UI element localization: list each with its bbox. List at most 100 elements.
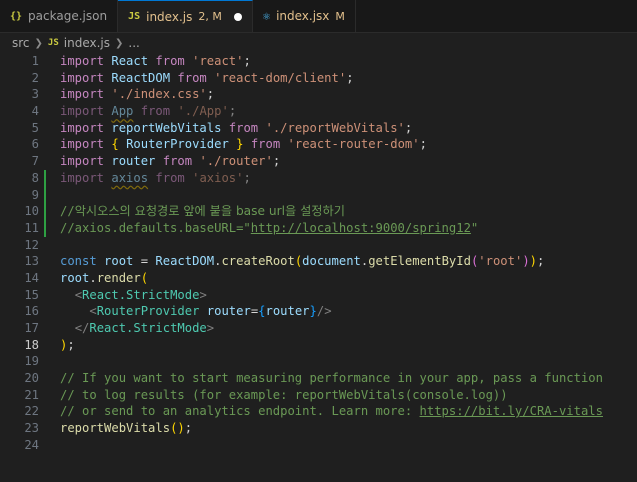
code-token: RouterProvider [96, 304, 200, 319]
code-line[interactable]: 8 import axios from 'axios'; [0, 169, 637, 187]
line-number: 12 [24, 237, 39, 252]
code-token: from [228, 120, 259, 135]
breadcrumb-folder[interactable]: src [12, 36, 30, 50]
code-line[interactable]: 2 import ReactDOM from 'react-dom/client'… [0, 70, 637, 87]
code-line[interactable]: 5 import reportWebVitals from './reportWe… [0, 120, 637, 137]
tab-index-js[interactable]: JS index.js 2, M [118, 0, 253, 32]
code-token: reportWebVitals [60, 421, 171, 436]
code-line[interactable]: 7 import router from './router'; [0, 153, 637, 170]
json-file-icon: {} [10, 10, 23, 22]
git-added-gutter-mark[interactable] [44, 186, 46, 204]
code-line[interactable]: 15 <React.StrictMode> [0, 287, 637, 304]
code-line[interactable]: 10 //악시오스의 요청경로 앞에 붙을 base url을 설정하기 [0, 203, 637, 220]
code-token: // [60, 204, 75, 219]
line-code: import React from 'react'; [60, 53, 251, 70]
breadcrumb-symbols[interactable]: ... [128, 36, 139, 50]
code-token: axios [111, 170, 149, 185]
code-token: reportWebVitals [111, 120, 222, 135]
code-line[interactable]: 23 reportWebVitals(); [0, 420, 637, 437]
code-token: ) [529, 254, 538, 269]
line-number: 17 [24, 321, 39, 335]
line-code: import App from './App'; [60, 103, 236, 120]
code-token: ; [537, 254, 545, 269]
code-token: } [309, 304, 317, 319]
git-added-gutter-mark[interactable] [44, 169, 46, 187]
code-token: /> [316, 304, 332, 319]
code-line[interactable]: 18); [0, 337, 637, 354]
line-code: import ReactDOM from 'react-dom/client'; [60, 70, 354, 87]
code-token: from [250, 137, 281, 152]
line-code: import reportWebVitals from './reportWeb… [60, 120, 412, 137]
code-token: </ [74, 321, 90, 335]
code-line[interactable]: 6 import { RouterProvider } from 'react-r… [0, 136, 637, 153]
breadcrumb-file[interactable]: index.js [64, 36, 110, 50]
code-token: < [74, 287, 83, 302]
code-token[interactable]: https://bit.ly/CRA-vitals [420, 404, 603, 418]
code-line[interactable]: 17 </React.StrictMode> [0, 320, 637, 337]
code-token: const [60, 254, 97, 269]
code-token: ; [272, 154, 281, 169]
code-token: 'root' [478, 254, 523, 269]
line-number: 23 [24, 421, 39, 436]
code-line[interactable]: 12 [0, 237, 637, 254]
tab-index-jsx[interactable]: ⚛ index.jsx M [252, 0, 356, 32]
code-line[interactable]: 4 import App from './App'; [0, 103, 637, 120]
code-line[interactable]: 3 import './index.css'; [0, 86, 637, 103]
code-token: { [111, 137, 119, 152]
code-line[interactable]: 13 const root = ReactDOM.createRoot(docum… [0, 253, 637, 270]
code-token: React.StrictMode [82, 287, 200, 302]
code-token: . [89, 270, 97, 285]
line-number: 8 [31, 170, 39, 185]
git-added-gutter-mark[interactable] [44, 219, 46, 237]
code-token: ) [522, 254, 530, 269]
line-number: 14 [24, 270, 39, 285]
code-token: RouterProvider [126, 137, 229, 152]
code-token: = [133, 254, 156, 269]
code-token: getElementById [368, 254, 471, 269]
code-line[interactable]: 21 // to log results (for example: report… [0, 387, 637, 404]
line-number: 18 [24, 337, 39, 352]
code-line[interactable]: 1 import React from 'react'; [0, 53, 637, 70]
line-code: import router from './router'; [60, 153, 280, 170]
code-line[interactable]: 24 [0, 437, 637, 454]
line-code: <RouterProvider router={router}/> [60, 303, 332, 320]
line-number: 9 [31, 187, 39, 202]
line-code: import './index.css'; [60, 86, 214, 103]
code-line[interactable]: 20 // If you want to start measuring perf… [0, 370, 637, 387]
code-line[interactable]: 14 root.render( [0, 270, 637, 287]
code-line[interactable]: 22 // or send to an analytics endpoint. L… [0, 403, 637, 420]
unsaved-dot-icon[interactable] [233, 12, 242, 21]
git-added-gutter-mark[interactable] [44, 203, 46, 220]
code-token: React.StrictMode [89, 321, 207, 335]
code-token: import [60, 87, 105, 102]
code-token: 'react-dom/client' [214, 70, 347, 85]
tab-package-json[interactable]: {} package.json [0, 0, 119, 32]
code-token: { [258, 304, 266, 319]
code-line[interactable]: 11 //axios.defaults.baseURL="http://local… [0, 219, 637, 237]
js-file-icon: JS [47, 38, 59, 48]
line-code: reportWebVitals(); [60, 420, 192, 437]
code-line[interactable]: 16 <RouterProvider router={router}/> [0, 303, 637, 320]
code-line[interactable]: 9 [0, 186, 637, 204]
line-code: // to log results (for example: reportWe… [60, 387, 508, 404]
code-token: ; [419, 137, 427, 152]
code-token: import [60, 154, 105, 169]
code-token[interactable]: http://localhost:9000/spring12 [251, 221, 471, 235]
code-token: 'axios' [192, 170, 244, 185]
code-line[interactable]: 19 [0, 353, 637, 370]
code-token: from [155, 170, 185, 185]
problems-badge: 2, M [198, 10, 222, 23]
code-token: './App' [177, 104, 229, 119]
code-token: > [199, 287, 207, 302]
code-editor[interactable]: 1 import React from 'react'; 2 import React… [0, 53, 637, 454]
